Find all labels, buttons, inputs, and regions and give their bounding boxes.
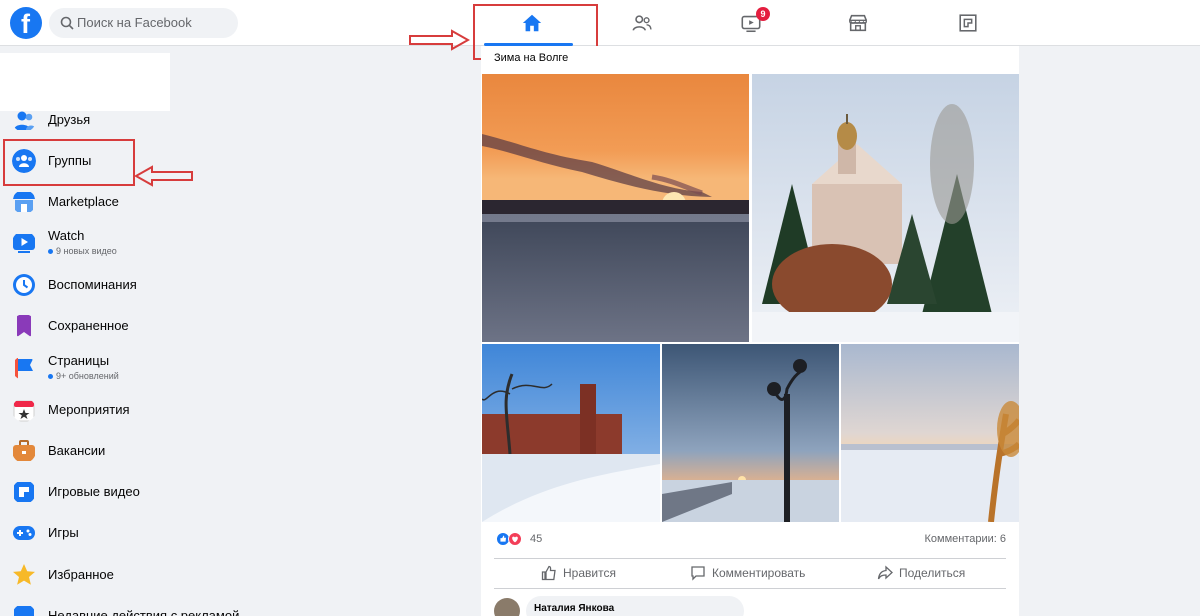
comments-count[interactable]: Комментарии: 6	[924, 533, 1006, 545]
post-photo[interactable]	[841, 344, 1019, 522]
sidebar-item-subtitle-text: 9+ обновлений	[56, 371, 119, 381]
avatar[interactable]	[494, 598, 520, 616]
love-reaction-icon	[508, 532, 522, 546]
unread-dot	[48, 249, 53, 255]
sidebar-item-label: Вакансии	[48, 443, 106, 458]
sidebar-item-jobs[interactable]: Вакансии	[0, 431, 300, 471]
like-button[interactable]: Нравится	[541, 561, 616, 585]
sidebar-item-label: Воспоминания	[48, 277, 137, 292]
arrow-right-icon	[409, 29, 470, 51]
sidebar-item-label: Игровые видео	[48, 484, 140, 499]
sidebar-item-saved[interactable]: Сохраненное	[0, 306, 300, 346]
facebook-logo[interactable]: f	[10, 7, 42, 39]
comment-button[interactable]: Комментировать	[690, 561, 805, 585]
sidebar-item-label: Друзья	[48, 112, 91, 127]
friends-icon	[632, 15, 652, 31]
watch-icon	[13, 234, 35, 253]
sidebar-item-label: Marketplace	[48, 194, 119, 209]
reactions-summary[interactable]: 45 Комментарии: 6	[494, 530, 1006, 550]
sidebar-item-pages[interactable]: Страницы 9+ обновлений	[0, 348, 300, 388]
sidebar-item-memories[interactable]: Воспоминания	[0, 265, 300, 305]
search-icon	[60, 16, 74, 30]
sidebar-item-subtitle-text: 9 новых видео	[56, 246, 117, 256]
memories-icon	[13, 274, 35, 296]
sidebar-item-label: Недавние действия с рекламой	[48, 608, 240, 616]
divider	[494, 558, 1006, 559]
search-placeholder: Поиск на Facebook	[77, 15, 192, 30]
post-photo[interactable]	[752, 74, 1019, 342]
watch-notification-badge: 9	[756, 7, 770, 21]
comment-icon	[691, 566, 705, 581]
sidebar-item-games[interactable]: Игры	[0, 513, 300, 553]
pages-icon	[15, 358, 33, 379]
like-label: Нравится	[563, 566, 616, 580]
top-navigation-bar: f Поиск на Facebook 9	[0, 0, 1200, 46]
friends-icon	[14, 111, 36, 130]
post-text: Зима на Волге	[494, 52, 569, 64]
sidebar-item-label: Страницы	[48, 353, 110, 368]
saved-icon	[17, 315, 31, 337]
gaming-video-icon	[14, 482, 34, 502]
thumbs-up-icon	[541, 565, 556, 581]
share-button[interactable]: Поделиться	[877, 561, 965, 585]
sidebar-item-gaming-video[interactable]: Игровые видео	[0, 472, 300, 512]
tab-gaming[interactable]	[913, 0, 1023, 46]
ad-activity-icon	[14, 606, 34, 616]
logo-letter: f	[21, 9, 30, 39]
tab-watch[interactable]: 9	[696, 0, 806, 46]
unread-dot	[48, 374, 53, 380]
feed-post: Зима на Волге 45 Комментарии: 6 Нравится…	[481, 46, 1019, 616]
tab-friends[interactable]	[587, 0, 697, 46]
reaction-count: 45	[530, 533, 543, 545]
comment-item: Наталия Янкова	[494, 596, 744, 616]
sidebar-item-favorites[interactable]: Избранное	[0, 555, 300, 595]
sidebar-item-label: Сохраненное	[48, 318, 129, 333]
share-icon	[877, 565, 893, 580]
sidebar-item-friends[interactable]: Друзья	[0, 100, 300, 140]
groups-highlight	[3, 139, 135, 186]
events-icon	[13, 400, 35, 422]
sidebar-item-label: Мероприятия	[48, 402, 130, 417]
marketplace-icon	[13, 192, 35, 212]
sidebar-item-watch[interactable]: Watch 9 новых видео	[0, 223, 300, 263]
search-input[interactable]: Поиск на Facebook	[49, 8, 238, 38]
post-photo[interactable]	[482, 74, 749, 342]
share-label: Поделиться	[899, 566, 966, 580]
games-icon	[13, 526, 35, 540]
sidebar-item-subtitle: 9+ обновлений	[48, 371, 119, 381]
gaming-icon	[959, 14, 977, 32]
marketplace-icon	[849, 14, 867, 32]
sidebar-item-events[interactable]: Мероприятия	[0, 390, 300, 430]
sidebar-item-ad-activity[interactable]: Недавние действия с рекламой	[0, 596, 300, 616]
jobs-icon	[13, 440, 35, 461]
tab-marketplace[interactable]	[803, 0, 913, 46]
sidebar-item-label: Избранное	[48, 567, 114, 582]
sidebar-item-subtitle: 9 новых видео	[48, 246, 117, 256]
favorites-icon	[13, 564, 35, 585]
post-photo[interactable]	[662, 344, 839, 522]
post-photo[interactable]	[482, 344, 660, 522]
sidebar-item-marketplace[interactable]: Marketplace	[0, 182, 300, 222]
commenter-name[interactable]: Наталия Янкова	[534, 603, 614, 614]
divider	[494, 588, 1006, 589]
comment-label: Комментировать	[712, 566, 806, 580]
sidebar-item-label: Watch	[48, 228, 85, 243]
sidebar-item-label: Игры	[48, 525, 79, 540]
